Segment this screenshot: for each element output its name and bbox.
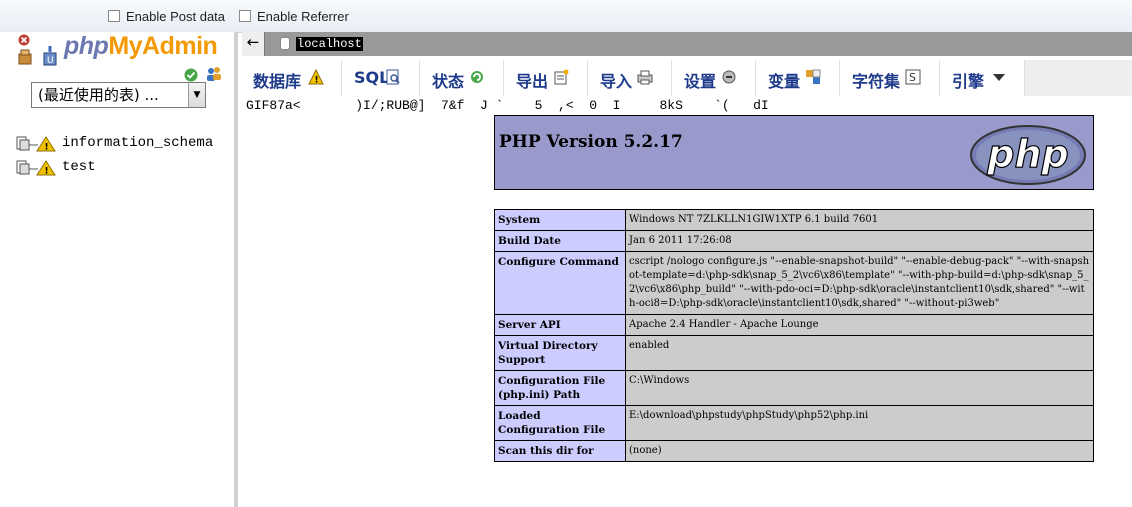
tab-label: 导入 bbox=[600, 72, 633, 91]
warning-icon: ! bbox=[308, 69, 324, 85]
config-key: Virtual Directory Support bbox=[494, 335, 626, 371]
server-icon bbox=[280, 37, 290, 50]
table-row: Virtual Directory Support enabled bbox=[494, 335, 1094, 371]
svg-text:!: ! bbox=[45, 167, 49, 177]
php-logo-icon: php bbox=[970, 125, 1086, 185]
config-key: Loaded Configuration File bbox=[494, 405, 626, 441]
tab-status[interactable]: 状态 bbox=[421, 60, 504, 96]
collapse-navigation-button[interactable]: ← bbox=[242, 32, 265, 56]
phpmyadmin-logo[interactable]: phpMyAdmin bbox=[64, 32, 218, 61]
table-row: System Windows NT 7ZLKLLN1GIW1XTP 6.1 bui… bbox=[494, 209, 1094, 231]
logo-php-text: php bbox=[64, 32, 109, 60]
dropdown-icon bbox=[993, 74, 1005, 81]
svg-text:php: php bbox=[986, 132, 1068, 176]
table-row: Configure Command cscript /nologo configu… bbox=[494, 251, 1094, 315]
php-version-title: PHP Version 5.2.17 bbox=[499, 132, 683, 152]
enable-post-data-checkbox[interactable] bbox=[108, 10, 120, 22]
close-icon[interactable] bbox=[18, 34, 30, 46]
server-breadcrumb: ← localhost bbox=[242, 32, 1132, 56]
phpinfo-table: System Windows NT 7ZLKLLN1GIW1XTP 6.1 bui… bbox=[494, 209, 1094, 462]
table-row: Loaded Configuration File E:\download\php… bbox=[494, 405, 1094, 441]
tab-label: 设置 bbox=[684, 72, 717, 91]
tab-sql[interactable]: SQL bbox=[343, 60, 420, 96]
server-link[interactable]: localhost bbox=[296, 37, 363, 51]
users-icon[interactable] bbox=[205, 66, 223, 82]
enable-referrer-checkbox[interactable] bbox=[239, 10, 251, 22]
database-icon: ! bbox=[16, 136, 56, 153]
config-value: C:\Windows bbox=[625, 370, 1094, 406]
config-key: Server API bbox=[494, 314, 626, 336]
enable-referrer-label[interactable]: Enable Referrer bbox=[257, 9, 349, 24]
tab-import[interactable]: 导入 bbox=[589, 60, 672, 96]
config-value: Jan 6 2011 17:26:08 bbox=[625, 230, 1094, 252]
charset-icon: S bbox=[905, 69, 921, 85]
svg-text:U: U bbox=[47, 56, 54, 66]
tab-export[interactable]: 导出 bbox=[505, 60, 588, 96]
config-key: Build Date bbox=[494, 230, 626, 252]
svg-text:S: S bbox=[909, 71, 916, 84]
config-key: Scan this dir for bbox=[494, 440, 626, 462]
frame-divider[interactable] bbox=[234, 32, 238, 507]
table-row: Scan this dir for (none) bbox=[494, 440, 1094, 462]
logo-admin-text: MyAdmin bbox=[108, 32, 218, 60]
tab-label: 引擎 bbox=[952, 72, 985, 91]
left-navigation: U phpMyAdmin (最近使用的表) ... ▼ ! informatio… bbox=[0, 32, 238, 507]
chevron-down-icon[interactable]: ▼ bbox=[188, 83, 205, 107]
tab-databases[interactable]: 数据库 ! bbox=[242, 60, 342, 96]
recent-tables-value: (最近使用的表) ... bbox=[38, 86, 159, 104]
config-key: System bbox=[494, 209, 626, 231]
home-icon[interactable] bbox=[18, 49, 32, 65]
export-icon bbox=[554, 69, 569, 85]
tab-label: 导出 bbox=[516, 72, 549, 91]
database-icon: ! bbox=[16, 160, 56, 177]
settings-icon bbox=[722, 70, 736, 84]
enable-post-data-label[interactable]: Enable Post data bbox=[126, 9, 225, 24]
config-key: Configure Command bbox=[494, 251, 626, 315]
table-row: Configuration File (php.ini) Path C:\Wind… bbox=[494, 370, 1094, 406]
tab-variables[interactable]: 变量 bbox=[757, 60, 840, 96]
tab-settings[interactable]: 设置 bbox=[673, 60, 756, 96]
database-name[interactable]: information_schema bbox=[62, 135, 213, 151]
import-icon bbox=[637, 70, 653, 85]
tab-label: 状态 bbox=[432, 72, 465, 91]
raw-output-text: GIF87a< )I/;RUB@] 7&f J ` 5 ,< 0 I 8kS `… bbox=[246, 98, 769, 113]
config-value: (none) bbox=[625, 440, 1094, 462]
browser-toolbar: Enable Post data Enable Referrer bbox=[0, 0, 1132, 33]
tabs-background bbox=[1025, 60, 1132, 96]
check-icon[interactable] bbox=[184, 68, 198, 82]
tab-charsets[interactable]: 字符集 S bbox=[841, 60, 940, 96]
tab-engines[interactable]: 引擎 bbox=[941, 60, 1025, 96]
config-value: cscript /nologo configure.js "--enable-s… bbox=[625, 251, 1094, 315]
config-value: E:\download\phpstudy\phpStudy\php52\php.… bbox=[625, 405, 1094, 441]
main-tabs: 数据库 ! SQL 状态 导出 导入 设置 变量 字符集 S 引擎 bbox=[242, 60, 1132, 96]
config-value: Windows NT 7ZLKLLN1GIW1XTP 6.1 build 760… bbox=[625, 209, 1094, 231]
database-name[interactable]: test bbox=[62, 159, 96, 175]
sql-icon bbox=[386, 69, 400, 85]
svg-text:!: ! bbox=[45, 143, 49, 153]
config-value: enabled bbox=[625, 335, 1094, 371]
status-icon bbox=[471, 71, 483, 83]
variables-icon bbox=[806, 69, 821, 84]
svg-text:!: ! bbox=[315, 76, 319, 86]
tab-label: 数据库 bbox=[253, 72, 302, 91]
tab-label: 字符集 bbox=[852, 72, 901, 91]
query-window-icon[interactable]: U bbox=[42, 45, 58, 67]
tab-label: 变量 bbox=[768, 72, 801, 91]
config-value: Apache 2.4 Handler - Apache Lounge bbox=[625, 314, 1094, 336]
config-key: Configuration File (php.ini) Path bbox=[494, 370, 626, 406]
table-row: Server API Apache 2.4 Handler - Apache Lo… bbox=[494, 314, 1094, 336]
phpinfo-header: PHP Version 5.2.17 php bbox=[494, 115, 1094, 190]
table-row: Build Date Jan 6 2011 17:26:08 bbox=[494, 230, 1094, 252]
recent-tables-select[interactable]: (最近使用的表) ... ▼ bbox=[31, 82, 206, 108]
